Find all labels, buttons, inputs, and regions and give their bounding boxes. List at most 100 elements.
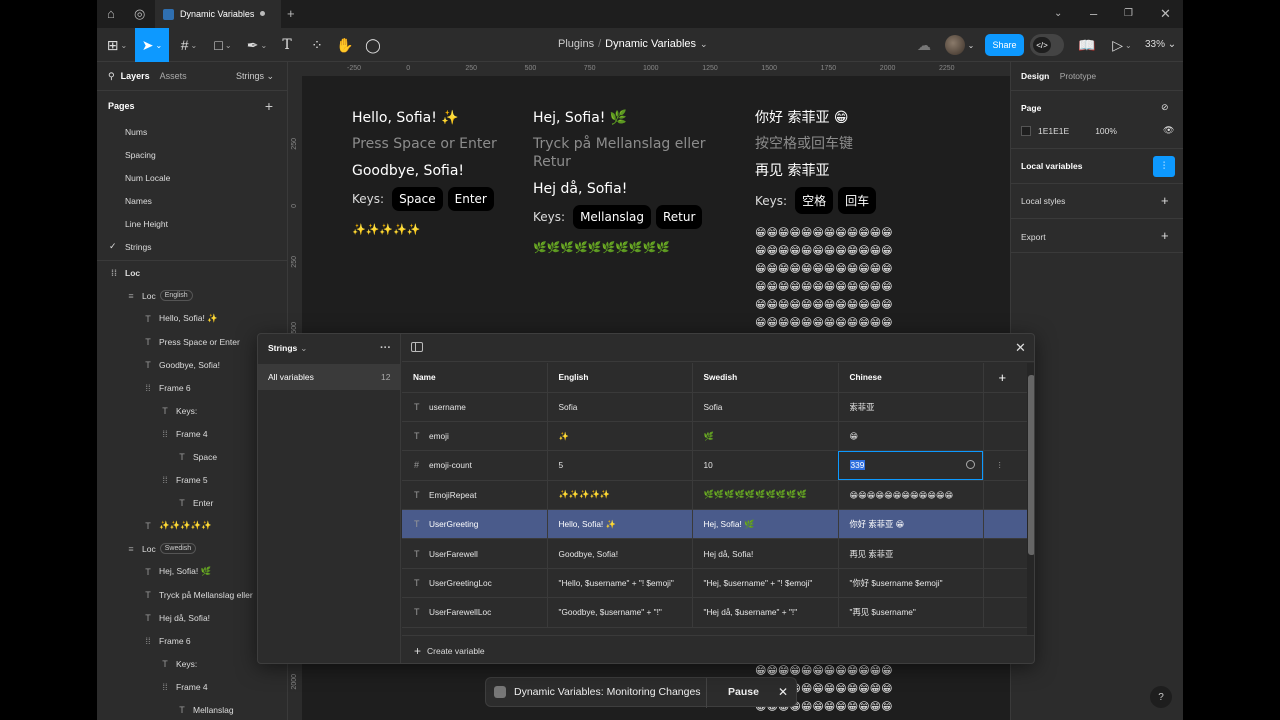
variable-value-cell[interactable]: 你好 索菲亚 😁 xyxy=(838,509,984,540)
variable-name-cell[interactable]: T UserGreetingLoc xyxy=(402,568,548,599)
frame-swedish[interactable]: Hej, Sofia! 🌿 Tryck på Mellanslag eller … xyxy=(533,108,706,257)
variable-value-cell[interactable]: 索菲亚 xyxy=(838,392,984,422)
scrollbar-thumb[interactable] xyxy=(1028,375,1034,555)
pause-button[interactable]: Pause xyxy=(728,686,759,698)
variable-value-cell[interactable]: "你好 $username $emoji" xyxy=(838,568,984,599)
avatar[interactable] xyxy=(945,35,965,55)
variable-value-cell[interactable]: Goodbye, Sofia! xyxy=(547,538,693,569)
table-row[interactable]: T UserGreeting Hello, Sofia! ✨ Hej, Sofia! … xyxy=(402,509,1028,540)
share-button[interactable]: Share xyxy=(985,34,1024,56)
main-menu-icon[interactable]: ⊞ ⌄ xyxy=(105,28,129,62)
edit-variable-icon[interactable]: ⫶ xyxy=(983,450,1028,481)
variable-value-cell[interactable]: 5 xyxy=(547,450,693,481)
variable-mode-badge[interactable]: English xyxy=(159,290,193,301)
column-header[interactable]: English xyxy=(547,363,693,393)
variable-name-cell[interactable]: T UserFarewell xyxy=(402,538,548,569)
tab-prototype[interactable]: Prototype xyxy=(1060,71,1096,81)
new-tab-icon[interactable]: + xyxy=(287,6,295,22)
chevron-down-icon[interactable]: ⌄ xyxy=(1054,6,1062,22)
help-button[interactable]: ? xyxy=(1150,686,1172,708)
minimize-icon[interactable]: – xyxy=(1090,6,1097,22)
page-fill[interactable]: 1E1E1E 100% xyxy=(1021,126,1117,136)
layer-row[interactable]: T Mellanslag xyxy=(97,698,287,720)
page-color-hex[interactable]: 1E1E1E xyxy=(1038,126,1069,136)
hand-tool-icon[interactable]: ✋ xyxy=(335,28,355,62)
variable-value-cell[interactable]: "再见 $username" xyxy=(838,597,984,628)
page-switcher[interactable]: Strings ⌄ xyxy=(236,71,274,82)
collection-selector[interactable]: Strings ⌄ ··· xyxy=(258,334,400,362)
variable-name-cell[interactable]: T UserFarewellLoc xyxy=(402,597,548,628)
move-tool-icon[interactable]: ➤ ⌄ xyxy=(135,28,169,62)
frame-tool-icon[interactable]: # ⌄ xyxy=(175,28,203,62)
create-variable-button[interactable]: + Create variable xyxy=(402,635,1034,663)
local-variables-label[interactable]: Local variables xyxy=(1021,161,1082,171)
zoom-level[interactable]: 33% ⌄ xyxy=(1145,39,1176,50)
page-item[interactable]: Names xyxy=(97,189,287,212)
present-icon[interactable]: ▷ ⌄ xyxy=(1110,28,1134,62)
table-row[interactable]: T UserFarewell Goodbye, Sofia! Hej då, Sofi… xyxy=(402,538,1028,569)
search-icon[interactable]: ⚲ xyxy=(108,71,115,82)
more-options-icon[interactable]: ··· xyxy=(380,342,391,354)
layer-row[interactable]: T Hello, Sofia! ✨ xyxy=(97,307,287,330)
variable-value-cell[interactable]: "Goodbye, $username" + "!" xyxy=(547,597,693,628)
variable-value-cell[interactable]: Sofia xyxy=(547,392,693,422)
variable-value-cell[interactable]: 🌿 xyxy=(692,421,839,452)
tab-layers[interactable]: Layers xyxy=(121,71,150,81)
resources-icon[interactable]: ⁘ xyxy=(307,28,327,62)
variable-mode-badge[interactable]: Swedish xyxy=(159,543,197,554)
layer-row[interactable]: ≡ Loc English xyxy=(97,284,287,307)
table-row[interactable]: T UserGreetingLoc "Hello, $username" + "! … xyxy=(402,568,1028,599)
frame-english[interactable]: Hello, Sofia! ✨ Press Space or Enter Goo… xyxy=(352,108,497,239)
table-row[interactable]: Tusername Sofia Sofia 索菲亚 xyxy=(402,392,1028,422)
library-icon[interactable]: 📖 xyxy=(1077,28,1097,62)
chevron-down-icon[interactable]: ⌄ xyxy=(967,28,975,62)
all-variables-group[interactable]: All variables 12 xyxy=(258,364,400,390)
variable-value-cell[interactable]: ✨✨✨✨✨ xyxy=(547,480,693,511)
variable-value-cell[interactable]: 🌿🌿🌿🌿🌿🌿🌿🌿🌿🌿 xyxy=(692,480,839,511)
column-header[interactable]: Chinese xyxy=(838,363,984,393)
variable-value-cell[interactable]: "Hello, $username" + "! $emoji" xyxy=(547,568,693,599)
variable-value-cell[interactable]: 10 xyxy=(692,450,839,481)
add-mode-icon[interactable]: + xyxy=(983,363,1028,393)
chevron-down-icon[interactable]: ⌄ xyxy=(700,39,708,49)
layer-row[interactable]: ⁞⁞ Frame 4 xyxy=(97,675,287,698)
scrollbar[interactable] xyxy=(1027,363,1034,635)
table-row[interactable]: T UserFarewellLoc "Goodbye, $username" + "… xyxy=(402,597,1028,628)
tab-assets[interactable]: Assets xyxy=(160,71,187,81)
add-page-icon[interactable]: + xyxy=(265,98,273,114)
page-opacity[interactable]: 100% xyxy=(1095,126,1117,136)
dev-mode-toggle[interactable]: </> xyxy=(1030,34,1064,56)
variable-name-cell[interactable]: # emoji-count xyxy=(402,450,548,481)
column-header[interactable]: Name xyxy=(402,363,548,393)
add-style-icon[interactable]: + xyxy=(1161,193,1169,208)
home-icon[interactable]: ⌂ xyxy=(107,6,115,22)
shape-tool-icon[interactable]: □ ⌄ xyxy=(209,28,237,62)
table-row[interactable]: T EmojiRepeat ✨✨✨✨✨ 🌿🌿🌿🌿🌿🌿🌿🌿🌿🌿 😁😁😁😁😁😁😁😁😁😁😁😁 xyxy=(402,480,1028,511)
add-export-icon[interactable]: + xyxy=(1161,228,1169,243)
restore-icon[interactable]: ❐ xyxy=(1124,6,1133,22)
page-item[interactable]: Nums xyxy=(97,120,287,143)
variable-value-input[interactable]: 339 xyxy=(838,450,984,481)
variable-value-cell[interactable]: 😁😁😁😁😁😁😁😁😁😁😁😁 xyxy=(838,480,984,511)
variable-value-cell[interactable]: "Hej, $username" + "! $emoji" xyxy=(692,568,839,599)
variable-name-cell[interactable]: Tusername xyxy=(402,392,548,422)
page-item[interactable]: ✓ Strings xyxy=(97,235,287,258)
styles-icon[interactable]: ⊘ xyxy=(1161,102,1169,113)
variable-value-cell[interactable]: Sofia xyxy=(692,392,839,422)
community-icon[interactable]: ◎ xyxy=(134,6,145,22)
breadcrumb-plugins[interactable]: Plugins xyxy=(558,38,594,50)
color-swatch[interactable] xyxy=(1021,126,1031,136)
pen-tool-icon[interactable]: ✒ ⌄ xyxy=(243,28,271,62)
close-icon[interactable]: ✕ xyxy=(778,685,788,699)
page-item[interactable]: Num Locale xyxy=(97,166,287,189)
variable-name-cell[interactable]: T EmojiRepeat xyxy=(402,480,548,511)
text-tool-icon[interactable]: T xyxy=(277,28,297,62)
variable-value-cell[interactable]: Hej då, Sofia! xyxy=(692,538,839,569)
table-row[interactable]: Temoji ✨ 🌿 😁 xyxy=(402,421,1028,452)
eye-icon[interactable]: 👁 xyxy=(1163,125,1174,136)
close-window-icon[interactable]: ✕ xyxy=(1160,6,1171,22)
breadcrumb-plugin-name[interactable]: Dynamic Variables xyxy=(605,38,696,50)
variable-value-cell[interactable]: Hej, Sofia! 🌿 xyxy=(692,509,839,540)
variable-value-cell[interactable]: 😁 xyxy=(838,421,984,452)
page-item[interactable]: Line Height xyxy=(97,212,287,235)
